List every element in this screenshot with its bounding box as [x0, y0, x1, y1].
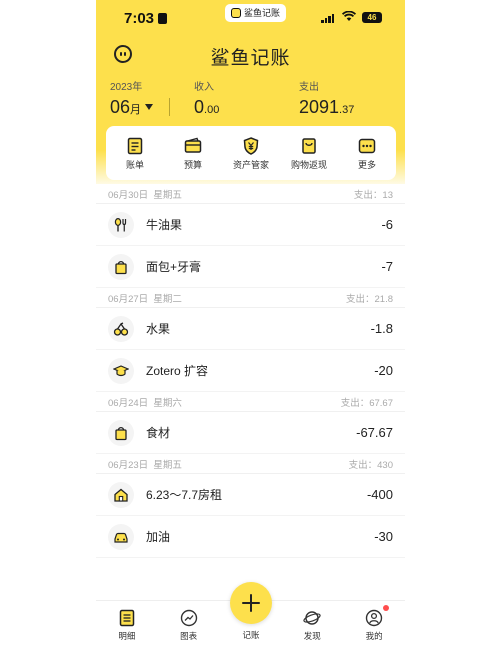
quick-action-budget[interactable]: 预算	[165, 136, 221, 171]
transaction-row[interactable]: 面包+牙膏 -7	[96, 246, 405, 288]
day-header: 06月30日 星期五 支出：13	[96, 184, 405, 204]
list-icon	[119, 609, 135, 627]
transaction-amount: -400	[366, 487, 393, 502]
transaction-name: 牛油果	[146, 218, 183, 232]
day-total: 支出：21.8	[346, 293, 393, 305]
expense-value: 2091.37	[299, 97, 355, 117]
notification-badge	[383, 605, 389, 611]
shopping-bag-icon	[108, 253, 134, 280]
tab-charts[interactable]: 图表	[164, 609, 214, 653]
profile-icon	[365, 609, 383, 627]
transaction-name: 面包+牙膏	[146, 260, 202, 274]
day-header: 06月27日 星期二 支出：21.8	[96, 288, 405, 308]
signal-icon	[321, 13, 334, 23]
shopping-bag-icon	[108, 419, 134, 446]
app-screen: 7:03 鲨鱼记账 46 鲨鱼记账 2023年 06月 收入 0.00 支出 2…	[96, 0, 405, 653]
graduation-cap-icon	[108, 357, 134, 384]
transaction-amount: -67.67	[356, 425, 393, 440]
transaction-amount: -6	[381, 217, 393, 232]
month-selector[interactable]: 06月	[110, 97, 154, 118]
transaction-row[interactable]: 水果 -1.8	[96, 308, 405, 350]
quick-action-bill[interactable]: 账单	[107, 136, 163, 171]
day-total: 支出：430	[348, 459, 393, 471]
status-bar: 7:03 鲨鱼记账 46	[96, 0, 405, 36]
page-title: 鲨鱼记账	[210, 48, 291, 69]
dining-icon	[108, 211, 134, 238]
app-pill[interactable]: 鲨鱼记账	[225, 4, 287, 22]
more-icon	[358, 138, 376, 153]
transaction-name: 食材	[146, 426, 171, 440]
expense-label: 支出	[299, 82, 319, 93]
transaction-row[interactable]: 牛油果 -6	[96, 204, 405, 246]
fruit-icon	[108, 315, 134, 342]
quick-action-assets[interactable]: 资产管家	[223, 136, 279, 171]
house-icon	[108, 481, 134, 508]
transaction-row[interactable]: Zotero 扩容 -20	[96, 350, 405, 392]
month-summary: 2023年 06月 收入 0.00 支出 2091.37	[96, 78, 405, 122]
car-icon	[108, 523, 134, 550]
bill-icon	[127, 137, 143, 154]
app-pill-label: 鲨鱼记账	[244, 8, 281, 18]
year-label: 2023年	[110, 82, 143, 93]
battery-icon: 46	[362, 12, 382, 23]
quick-action-shopping[interactable]: 购物返现	[281, 136, 337, 171]
transaction-name: Zotero 扩容	[146, 364, 209, 378]
quick-action-more[interactable]: 更多	[339, 136, 395, 171]
transaction-amount: -30	[374, 529, 393, 544]
chart-icon	[180, 609, 197, 627]
day-total: 支出：13	[353, 189, 393, 201]
id-icon	[158, 13, 168, 24]
wifi-icon	[342, 11, 356, 21]
shield-yen-icon	[243, 136, 259, 155]
day-header: 06月23日 星期五 支出：430	[96, 454, 405, 474]
shopping-icon	[302, 137, 316, 154]
transaction-row[interactable]: 食材 -67.67	[96, 412, 405, 454]
tab-profile[interactable]: 我的	[349, 609, 399, 653]
transaction-name: 6.23～7.7房租	[146, 488, 223, 502]
tab-details[interactable]: 明细	[102, 609, 152, 653]
add-record-button[interactable]	[230, 582, 272, 624]
income-label: 收入	[194, 82, 214, 93]
transaction-amount: -20	[374, 363, 393, 378]
transaction-name: 水果	[146, 322, 171, 336]
wallet-icon	[184, 137, 202, 153]
transaction-row[interactable]: 6.23～7.7房租 -400	[96, 474, 405, 516]
tab-discover[interactable]: 发现	[287, 609, 337, 653]
app-header: 鲨鱼记账	[96, 40, 405, 70]
caret-down-icon	[145, 104, 154, 110]
transaction-row[interactable]: 加油 -30	[96, 516, 405, 558]
income-value: 0.00	[194, 97, 220, 117]
quick-actions: 账单 预算 资产管家 购物返现 更多	[106, 126, 396, 180]
day-total: 支出：67.67	[340, 397, 393, 409]
transaction-amount: -7	[381, 259, 393, 274]
transaction-amount: -1.8	[370, 321, 393, 336]
add-record-label: 记账	[242, 630, 260, 640]
transaction-list: 06月30日 星期五 支出：13 牛油果 -6 面包+牙膏 -7 06月27日 …	[96, 184, 405, 558]
planet-icon	[303, 611, 321, 625]
status-time: 7:03	[124, 10, 168, 27]
day-header: 06月24日 星期六 支出：67.67	[96, 392, 405, 412]
app-logo-icon	[231, 8, 241, 18]
transaction-name: 加油	[146, 530, 171, 544]
